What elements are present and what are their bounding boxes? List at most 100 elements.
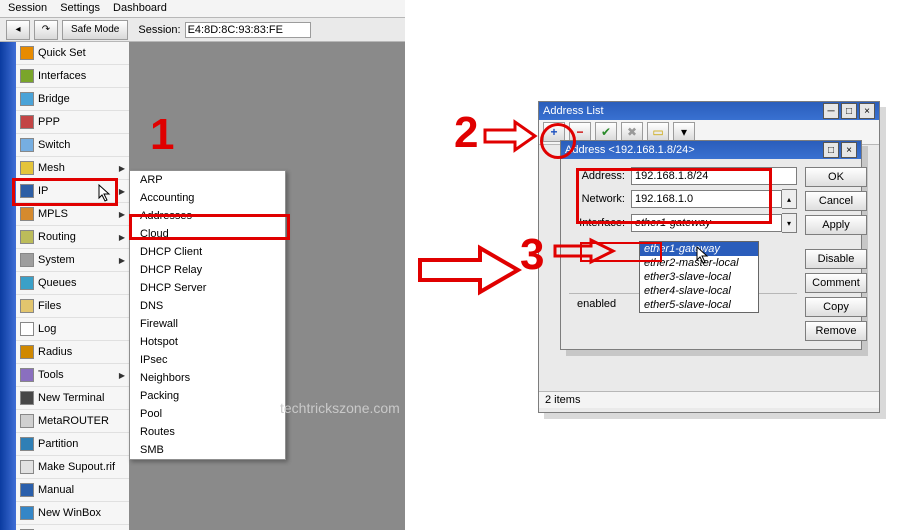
sidebar-item-mesh[interactable]: Mesh▶ <box>16 157 129 180</box>
sidebar-item-ppp[interactable]: PPP <box>16 111 129 134</box>
p-icon <box>20 115 34 129</box>
close-button[interactable]: × <box>859 103 875 119</box>
submenu-item-dhcp-relay[interactable]: DHCP Relay <box>130 261 285 279</box>
submenu-item-accounting[interactable]: Accounting <box>130 189 285 207</box>
sidebar-item-partition[interactable]: Partition <box>16 433 129 456</box>
interface-option[interactable]: ether2-master-local <box>640 256 758 270</box>
interface-dropdown[interactable]: ether1-gatewayether2-master-localether3-… <box>639 241 759 313</box>
comment-button[interactable]: ▭ <box>647 122 669 142</box>
sy-icon <box>20 253 34 267</box>
sidebar-item-mpls[interactable]: MPLS▶ <box>16 203 129 226</box>
submenu-item-firewall[interactable]: Firewall <box>130 315 285 333</box>
sidebar-item-ip[interactable]: IP▶ <box>16 180 129 203</box>
submenu-item-dhcp-server[interactable]: DHCP Server <box>130 279 285 297</box>
sidebar-item-label: Radius <box>38 346 72 358</box>
address-dialog-title[interactable]: Address <192.168.1.8/24> □ × <box>561 141 861 159</box>
sidebar-item-label: Bridge <box>38 93 70 105</box>
chevron-right-icon: ▶ <box>119 164 125 173</box>
sidebar-item-label: IP <box>38 185 48 197</box>
dialog-close-button[interactable]: × <box>841 142 857 158</box>
chevron-right-icon: ▶ <box>119 233 125 242</box>
qu-icon <box>20 276 34 290</box>
maximize-button[interactable]: □ <box>841 103 857 119</box>
submenu-item-arp[interactable]: ARP <box>130 171 285 189</box>
annotation-number-2: 2 <box>454 108 478 158</box>
submenu-item-ipsec[interactable]: IPsec <box>130 351 285 369</box>
address-list-status: 2 items <box>539 391 879 408</box>
apply-button[interactable]: Apply <box>805 215 867 235</box>
filter-button[interactable]: ▾ <box>673 122 695 142</box>
interface-input[interactable] <box>631 214 782 232</box>
cancel-button[interactable]: Cancel <box>805 191 867 211</box>
interface-option[interactable]: ether1-gateway <box>640 242 758 256</box>
menu-dashboard[interactable]: Dashboard <box>113 0 177 14</box>
sidebar-item-system[interactable]: System▶ <box>16 249 129 272</box>
submenu-item-packing[interactable]: Packing <box>130 387 285 405</box>
sidebar-item-interfaces[interactable]: Interfaces <box>16 65 129 88</box>
sidebar-item-manual[interactable]: Manual <box>16 479 129 502</box>
interface-option[interactable]: ether3-slave-local <box>640 270 758 284</box>
sidebar-item-switch[interactable]: Switch <box>16 134 129 157</box>
sidebar-item-exit[interactable]: Exit <box>16 525 129 530</box>
ok-button[interactable]: OK <box>805 167 867 187</box>
nt-icon <box>20 391 34 405</box>
disable-button[interactable]: Disable <box>805 249 867 269</box>
submenu-item-routes[interactable]: Routes <box>130 423 285 441</box>
submenu-item-neighbors[interactable]: Neighbors <box>130 369 285 387</box>
sidebar-item-tools[interactable]: Tools▶ <box>16 364 129 387</box>
submenu-item-pool[interactable]: Pool <box>130 405 285 423</box>
sidebar-item-label: Quick Set <box>38 47 86 59</box>
menu-session[interactable]: Session <box>8 0 57 14</box>
network-input[interactable] <box>631 190 782 208</box>
redo-button[interactable]: ↷ <box>34 20 58 40</box>
sidebar-item-metarouter[interactable]: MetaROUTER <box>16 410 129 433</box>
submenu-item-dhcp-client[interactable]: DHCP Client <box>130 243 285 261</box>
address-input[interactable] <box>631 167 797 185</box>
menu-settings[interactable]: Settings <box>60 0 110 14</box>
sidebar-item-new-terminal[interactable]: New Terminal <box>16 387 129 410</box>
sidebar-item-radius[interactable]: Radius <box>16 341 129 364</box>
remove-button[interactable]: − <box>569 122 591 142</box>
sidebar-item-label: System <box>38 254 75 266</box>
disable-button[interactable]: ✖ <box>621 122 643 142</box>
submenu-item-smb[interactable]: SMB <box>130 441 285 459</box>
annotation-arrow-big <box>420 248 520 295</box>
back-button[interactable]: ◂ <box>6 20 30 40</box>
remove-button[interactable]: Remove <box>805 321 867 341</box>
address-list-title-text: Address List <box>543 105 604 117</box>
watermark: techtrickszone.com <box>280 400 400 416</box>
session-input[interactable] <box>185 22 311 38</box>
submenu-item-cloud[interactable]: Cloud <box>130 225 285 243</box>
sidebar-item-queues[interactable]: Queues <box>16 272 129 295</box>
interface-dropdown-icon[interactable]: ▾ <box>782 213 797 233</box>
minimize-button[interactable]: ─ <box>823 103 839 119</box>
interface-option[interactable]: ether5-slave-local <box>640 298 758 312</box>
sidebar-item-quick-set[interactable]: Quick Set <box>16 42 129 65</box>
address-dialog-title-text: Address <192.168.1.8/24> <box>565 144 695 156</box>
sidebar-item-bridge[interactable]: Bridge <box>16 88 129 111</box>
sidebar-item-make-supout-rif[interactable]: Make Supout.rif <box>16 456 129 479</box>
r-icon <box>20 230 34 244</box>
ra-icon <box>20 345 34 359</box>
sidebar-item-log[interactable]: Log <box>16 318 129 341</box>
submenu-item-dns[interactable]: DNS <box>130 297 285 315</box>
sidebar-item-files[interactable]: Files <box>16 295 129 318</box>
comment-button[interactable]: Comment <box>805 273 867 293</box>
address-list-title[interactable]: Address List ─ □ × <box>539 102 879 120</box>
ma-icon <box>20 483 34 497</box>
sidebar-item-new-winbox[interactable]: New WinBox <box>16 502 129 525</box>
sidebar-item-label: PPP <box>38 116 60 128</box>
ip-submenu[interactable]: ARPAccountingAddressesCloudDHCP ClientDH… <box>129 170 286 460</box>
safe-mode-button[interactable]: Safe Mode <box>62 20 128 40</box>
submenu-item-addresses[interactable]: Addresses <box>130 207 285 225</box>
chevron-right-icon: ▶ <box>119 210 125 219</box>
sidebar-item-routing[interactable]: Routing▶ <box>16 226 129 249</box>
enable-button[interactable]: ✔ <box>595 122 617 142</box>
interface-option[interactable]: ether4-slave-local <box>640 284 758 298</box>
submenu-item-hotspot[interactable]: Hotspot <box>130 333 285 351</box>
dialog-minimize-button[interactable]: □ <box>823 142 839 158</box>
add-button[interactable]: + <box>543 122 565 142</box>
network-up-icon[interactable]: ▴ <box>782 189 797 209</box>
interface-label: Interface: <box>569 217 625 229</box>
copy-button[interactable]: Copy <box>805 297 867 317</box>
